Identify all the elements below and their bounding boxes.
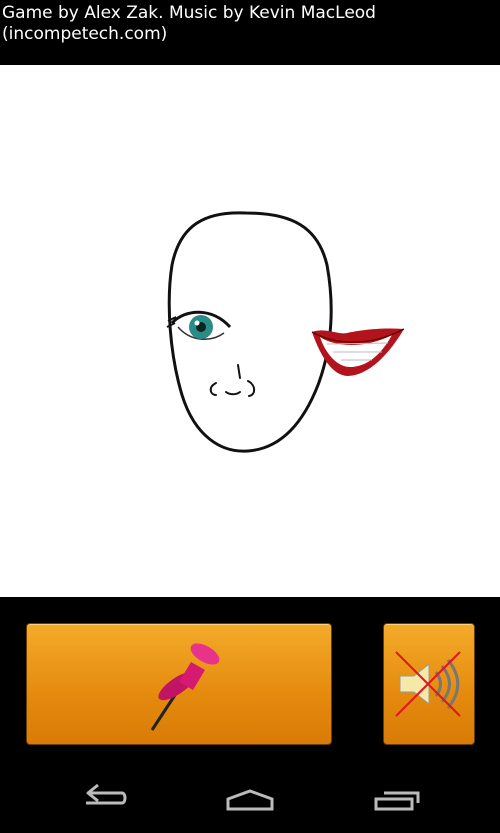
lips[interactable]: [311, 328, 405, 376]
home-icon: [226, 789, 274, 811]
back-button[interactable]: [64, 747, 144, 833]
recents-icon: [374, 791, 420, 811]
face-canvas[interactable]: [0, 65, 500, 597]
back-icon: [86, 783, 127, 805]
eye[interactable]: [166, 310, 232, 340]
control-bar: [0, 597, 500, 747]
credits-line-2: (incompetech.com): [2, 24, 168, 44]
pin-button[interactable]: [26, 623, 332, 745]
sound-toggle-button[interactable]: [383, 623, 475, 745]
system-navbar: [0, 747, 500, 833]
credits-header: Game by Alex Zak. Music by Kevin MacLeod…: [0, 0, 500, 65]
credits-line-1: Game by Alex Zak. Music by Kevin MacLeod: [2, 3, 376, 23]
home-button[interactable]: [210, 747, 290, 833]
recents-button[interactable]: [356, 747, 436, 833]
speaker-muted-icon: [395, 651, 461, 717]
nose[interactable]: [209, 364, 256, 397]
pushpin-icon: [150, 643, 220, 731]
